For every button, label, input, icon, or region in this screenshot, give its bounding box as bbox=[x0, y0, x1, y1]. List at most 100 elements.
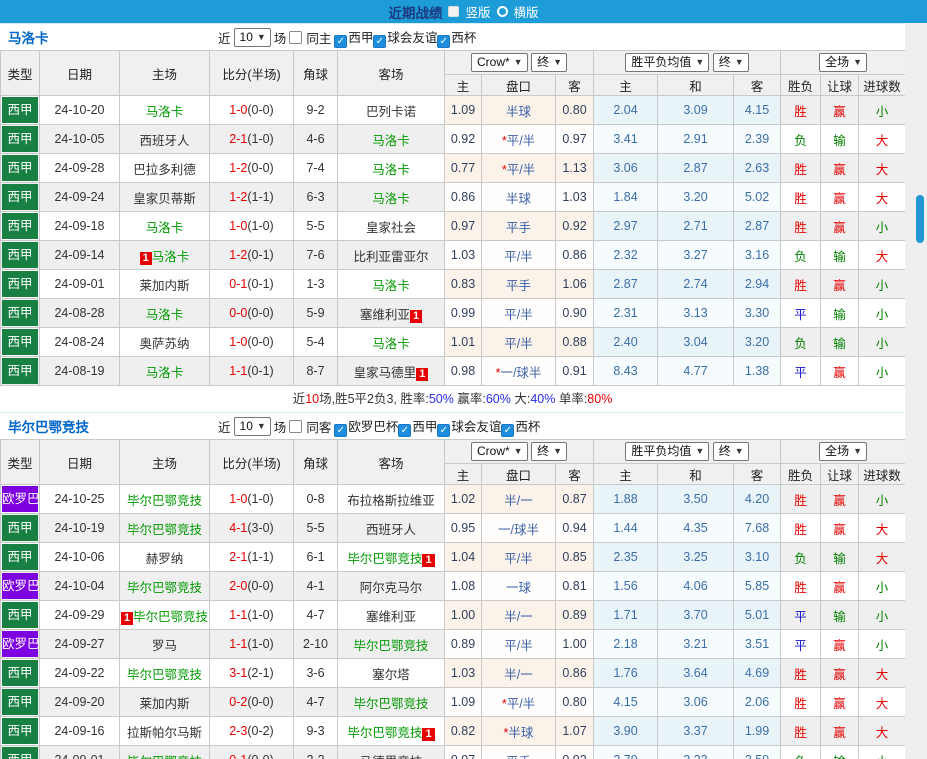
home-team[interactable]: 拉斯帕尔马斯 bbox=[119, 716, 210, 746]
away-team-name[interactable]: 毕尔巴鄂竞技 bbox=[353, 639, 428, 653]
league-checkbox[interactable]: ✓ bbox=[437, 34, 451, 48]
league-checkbox[interactable]: ✓ bbox=[398, 423, 412, 437]
away-team[interactable]: 皇家社会 bbox=[337, 211, 445, 241]
avg-select[interactable]: 胜平负均值 ▼ bbox=[625, 53, 710, 72]
league-checkbox[interactable]: ✓ bbox=[334, 423, 348, 437]
league-checkbox[interactable]: ✓ bbox=[334, 34, 348, 48]
avg-select[interactable]: 胜平负均值 ▼ bbox=[625, 442, 710, 461]
away-team-name[interactable]: 塞尔塔 bbox=[372, 668, 410, 682]
odds-time-select[interactable]: 终 ▼ bbox=[531, 442, 568, 461]
avg-time-select[interactable]: 终 ▼ bbox=[712, 442, 749, 461]
away-team-name[interactable]: 西班牙人 bbox=[366, 523, 416, 537]
away-team-name[interactable]: 马洛卡 bbox=[372, 337, 410, 351]
home-team-name[interactable]: 西班牙人 bbox=[139, 134, 189, 148]
away-team[interactable]: 毕尔巴鄂竞技 bbox=[337, 629, 445, 659]
home-team[interactable]: 莱加内斯 bbox=[119, 269, 210, 299]
home-team[interactable]: 毕尔巴鄂竞技 bbox=[119, 513, 210, 543]
away-team[interactable]: 马德里竞技 bbox=[337, 745, 445, 759]
fulltime-select[interactable]: 全场 ▼ bbox=[819, 53, 867, 72]
away-team[interactable]: 塞维利亚 1 bbox=[337, 298, 445, 328]
away-team-name[interactable]: 马洛卡 bbox=[372, 192, 410, 206]
home-team[interactable]: 毕尔巴鄂竞技 bbox=[119, 571, 210, 601]
league-checkbox[interactable]: ✓ bbox=[373, 34, 387, 48]
home-team[interactable]: 1 毕尔巴鄂竞技 bbox=[119, 600, 210, 630]
home-team-name[interactable]: 拉斯帕尔马斯 bbox=[127, 726, 202, 740]
same-venue-checkbox[interactable] bbox=[289, 30, 303, 44]
home-team-name[interactable]: 毕尔巴鄂竞技 bbox=[127, 494, 202, 508]
away-team[interactable]: 马洛卡 bbox=[337, 124, 445, 154]
away-team-name[interactable]: 毕尔巴鄂竞技 bbox=[347, 552, 422, 566]
home-team-name[interactable]: 马洛卡 bbox=[146, 308, 184, 322]
away-team-name[interactable]: 塞维利亚 bbox=[366, 610, 416, 624]
home-team-name[interactable]: 皇家贝蒂斯 bbox=[133, 192, 196, 206]
away-team-name[interactable]: 阿尔克马尔 bbox=[360, 581, 423, 595]
match-count-select[interactable]: 10 ▼ bbox=[233, 27, 271, 47]
away-team-name[interactable]: 毕尔巴鄂竞技 bbox=[353, 697, 428, 711]
home-team-name[interactable]: 马洛卡 bbox=[146, 105, 184, 119]
league-checkbox[interactable]: ✓ bbox=[437, 423, 451, 437]
home-team-name[interactable]: 巴拉多利德 bbox=[133, 163, 196, 177]
home-team-name[interactable]: 毕尔巴鄂竞技 bbox=[127, 523, 202, 537]
away-team[interactable]: 巴列卡诺 bbox=[337, 95, 445, 125]
home-team-name[interactable]: 马洛卡 bbox=[152, 250, 190, 264]
away-team-name[interactable]: 塞维利亚 bbox=[360, 308, 410, 322]
match-count-select[interactable]: 10 ▼ bbox=[233, 416, 271, 436]
home-team-name[interactable]: 马洛卡 bbox=[146, 366, 184, 380]
home-team[interactable]: 毕尔巴鄂竞技 bbox=[119, 658, 210, 688]
home-team[interactable]: 奥萨苏纳 bbox=[119, 327, 210, 357]
home-team-name[interactable]: 毕尔巴鄂竞技 bbox=[127, 755, 202, 759]
home-team-name[interactable]: 莱加内斯 bbox=[139, 697, 189, 711]
away-team[interactable]: 毕尔巴鄂竞技 1 bbox=[337, 542, 445, 572]
away-team[interactable]: 马洛卡 bbox=[337, 327, 445, 357]
bookmaker-select[interactable]: Crow* ▼ bbox=[471, 53, 528, 72]
away-team-name[interactable]: 巴列卡诺 bbox=[366, 105, 416, 119]
away-team[interactable]: 毕尔巴鄂竞技 1 bbox=[337, 716, 445, 746]
home-team-name[interactable]: 毕尔巴鄂竞技 bbox=[127, 668, 202, 682]
scrollbar-thumb[interactable] bbox=[916, 195, 924, 243]
horizontal-radio[interactable] bbox=[496, 6, 508, 17]
home-team[interactable]: 巴拉多利德 bbox=[119, 153, 210, 183]
home-team-name[interactable]: 马洛卡 bbox=[146, 221, 184, 235]
away-team-name[interactable]: 毕尔巴鄂竞技 bbox=[347, 726, 422, 740]
away-team[interactable]: 布拉格斯拉维亚 bbox=[337, 484, 445, 514]
away-team-name[interactable]: 马德里竞技 bbox=[360, 755, 423, 759]
away-team-name[interactable]: 皇家社会 bbox=[366, 221, 416, 235]
away-team[interactable]: 马洛卡 bbox=[337, 153, 445, 183]
away-team[interactable]: 毕尔巴鄂竞技 bbox=[337, 687, 445, 717]
home-team-name[interactable]: 赫罗纳 bbox=[146, 552, 184, 566]
vertical-radio[interactable] bbox=[448, 6, 460, 17]
same-venue-checkbox[interactable] bbox=[289, 419, 303, 433]
home-team-name[interactable]: 莱加内斯 bbox=[139, 279, 189, 293]
away-team-name[interactable]: 马洛卡 bbox=[372, 279, 410, 293]
away-team[interactable]: 塞维利亚 bbox=[337, 600, 445, 630]
league-checkbox[interactable]: ✓ bbox=[501, 423, 515, 437]
bookmaker-select[interactable]: Crow* ▼ bbox=[471, 442, 528, 461]
home-team[interactable]: 1 马洛卡 bbox=[119, 240, 210, 270]
away-team[interactable]: 皇家马德里 1 bbox=[337, 356, 445, 386]
home-team-name[interactable]: 毕尔巴鄂竞技 bbox=[133, 610, 208, 624]
away-team-name[interactable]: 马洛卡 bbox=[372, 163, 410, 177]
home-team[interactable]: 毕尔巴鄂竞技 bbox=[119, 745, 210, 759]
home-team-name[interactable]: 奥萨苏纳 bbox=[139, 337, 189, 351]
home-team[interactable]: 皇家贝蒂斯 bbox=[119, 182, 210, 212]
home-team[interactable]: 莱加内斯 bbox=[119, 687, 210, 717]
away-team[interactable]: 马洛卡 bbox=[337, 269, 445, 299]
away-team[interactable]: 西班牙人 bbox=[337, 513, 445, 543]
away-team-name[interactable]: 比利亚雷亚尔 bbox=[353, 250, 428, 264]
home-team[interactable]: 马洛卡 bbox=[119, 356, 210, 386]
away-team[interactable]: 马洛卡 bbox=[337, 182, 445, 212]
home-team-name[interactable]: 罗马 bbox=[152, 639, 177, 653]
home-team[interactable]: 马洛卡 bbox=[119, 95, 210, 125]
home-team[interactable]: 马洛卡 bbox=[119, 211, 210, 241]
away-team-name[interactable]: 皇家马德里 bbox=[354, 366, 417, 380]
home-team[interactable]: 西班牙人 bbox=[119, 124, 210, 154]
home-team[interactable]: 马洛卡 bbox=[119, 298, 210, 328]
away-team[interactable]: 塞尔塔 bbox=[337, 658, 445, 688]
home-team[interactable]: 毕尔巴鄂竞技 bbox=[119, 484, 210, 514]
away-team-name[interactable]: 布拉格斯拉维亚 bbox=[347, 494, 435, 508]
fulltime-select[interactable]: 全场 ▼ bbox=[819, 442, 867, 461]
home-team[interactable]: 罗马 bbox=[119, 629, 210, 659]
away-team[interactable]: 阿尔克马尔 bbox=[337, 571, 445, 601]
home-team-name[interactable]: 毕尔巴鄂竞技 bbox=[127, 581, 202, 595]
away-team[interactable]: 比利亚雷亚尔 bbox=[337, 240, 445, 270]
